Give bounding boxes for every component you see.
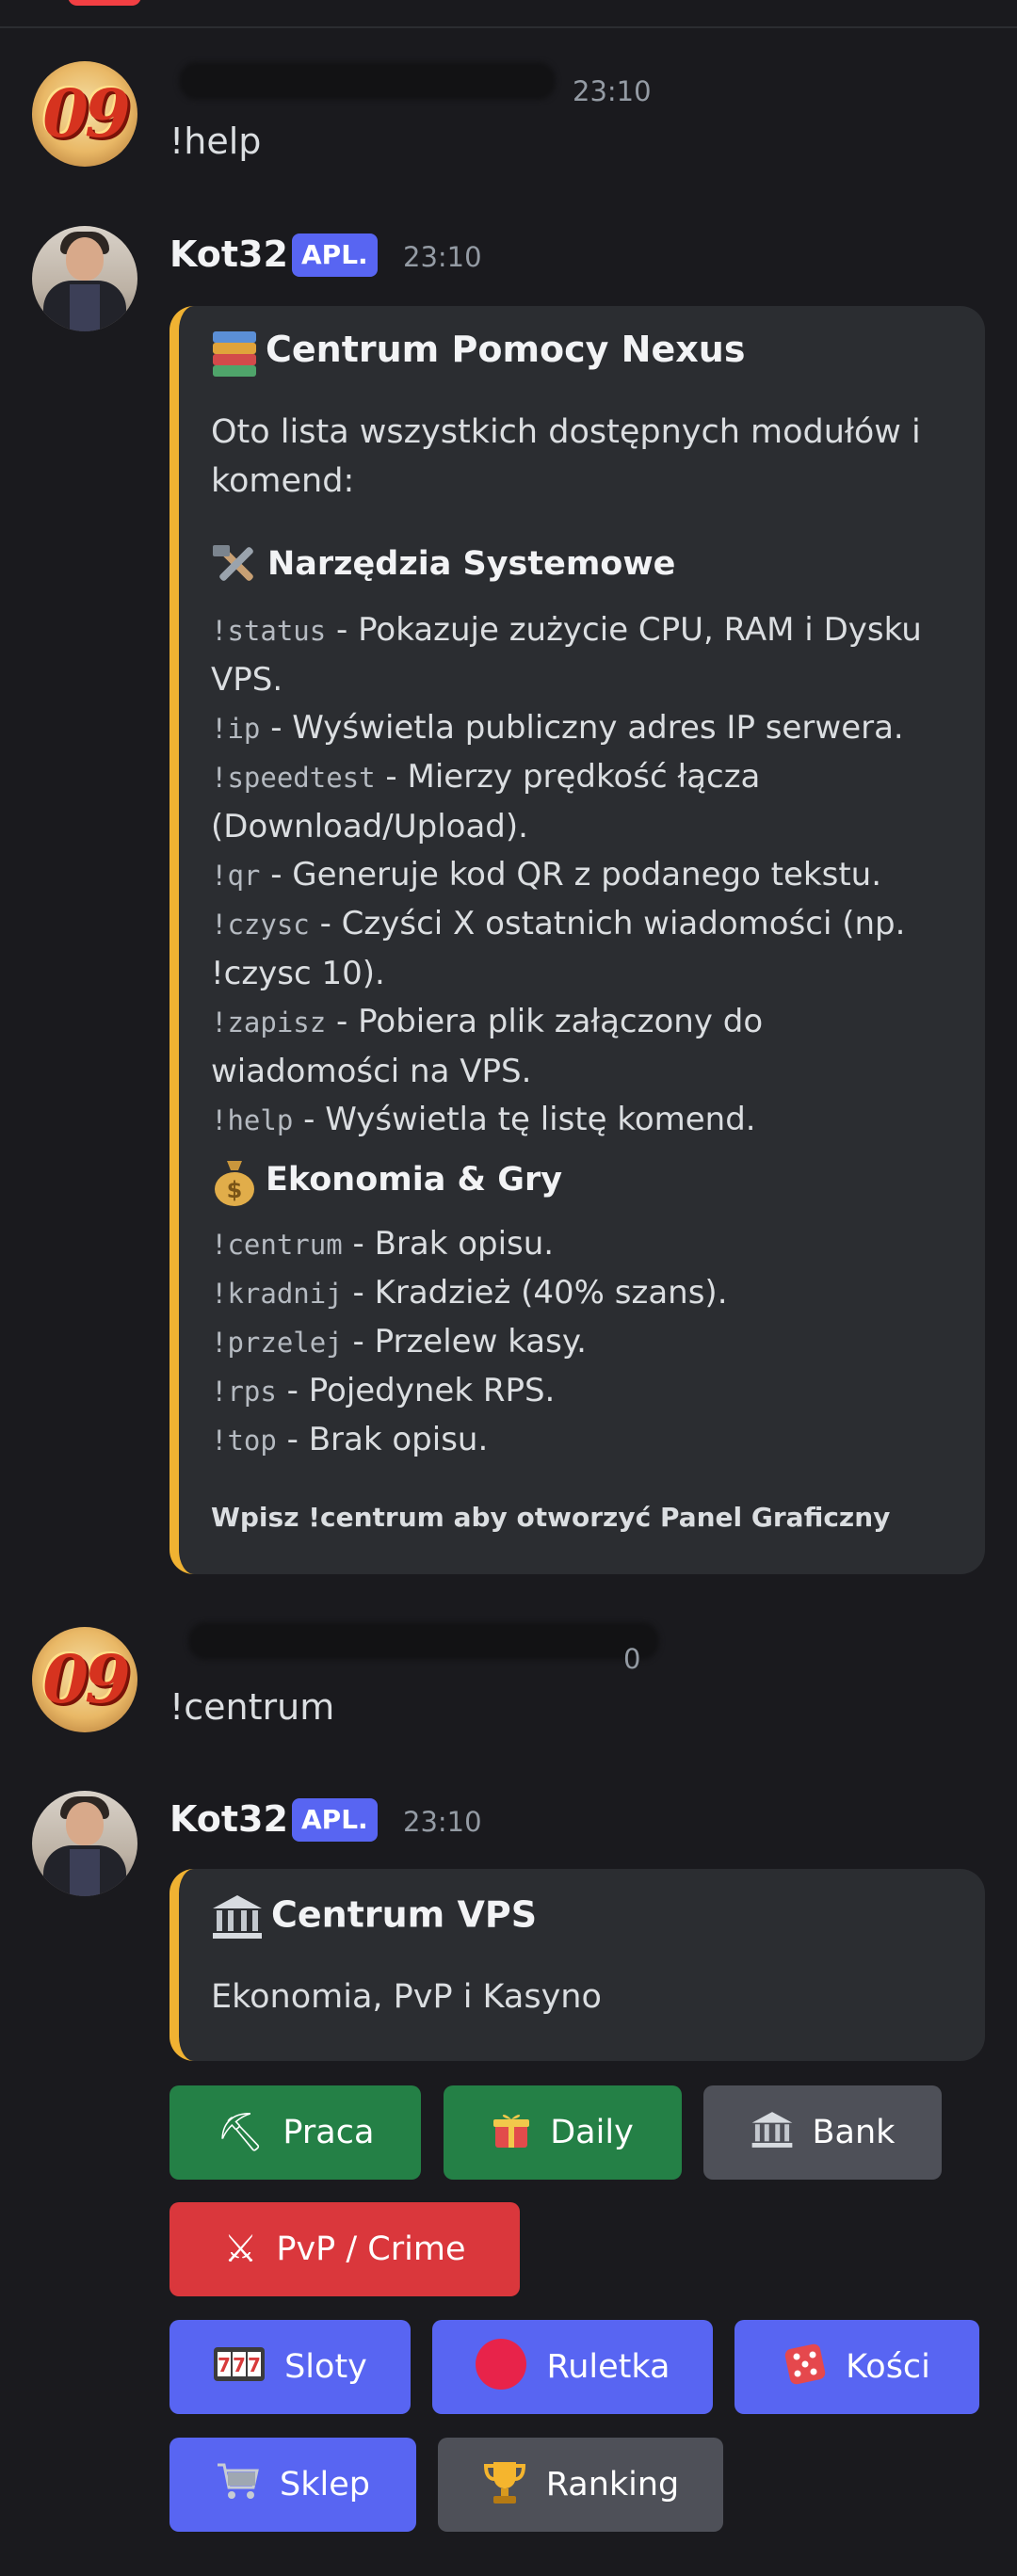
notification-pill[interactable] <box>68 0 141 6</box>
message-time: 0 <box>623 1643 641 1675</box>
command-line: !rps - Pojedynek RPS. <box>211 1372 556 1409</box>
message-time: 23:10 <box>403 241 482 273</box>
slot-machine-icon: 777 <box>213 2346 266 2389</box>
praca-button[interactable]: ⛏ Praca <box>170 2085 421 2180</box>
gift-icon <box>492 2110 531 2156</box>
sklep-button[interactable]: Sklep <box>170 2438 416 2532</box>
shopping-cart-icon <box>216 2461 261 2509</box>
command-line: !czysc - Czyści X ostatnich wiadomości (… <box>211 905 906 992</box>
command-line: !przelej - Przelew kasy. <box>211 1323 587 1360</box>
command-line: !qr - Generuje kod QR z podanego tekstu. <box>211 856 882 894</box>
command-line: !top - Brak opisu. <box>211 1421 489 1458</box>
bank-icon <box>751 2110 794 2156</box>
vps-embed: Centrum VPS Ekonomia, PvP i Kasyno <box>170 1869 985 2061</box>
message-time: 23:10 <box>403 1806 482 1838</box>
money-bag-icon: $ <box>211 1155 258 1206</box>
sloty-button[interactable]: 7 7 7 Sloty <box>170 2320 411 2414</box>
command-line: !help - Wyświetla tę listę komend. <box>211 1101 756 1138</box>
dice-icon <box>783 2343 827 2392</box>
pickaxe-icon: ⛏ <box>216 2111 265 2154</box>
field-title-economy: $ Ekonomia & Gry <box>211 1155 562 1206</box>
svg-text:7: 7 <box>233 2354 246 2376</box>
redacted-username <box>188 1622 659 1660</box>
command-line: !zapisz - Pobiera plik załączony do wiad… <box>211 1003 764 1090</box>
pvp-crime-button[interactable]: ⚔ PvP / Crime <box>170 2202 520 2296</box>
help-embed: Centrum Pomocy Nexus Oto lista wszystkic… <box>170 306 985 1574</box>
daily-button[interactable]: Daily <box>444 2085 682 2180</box>
avatar[interactable]: 09 <box>32 1627 137 1732</box>
command-line: !status - Pokazuje zużycie CPU, RAM i Dy… <box>211 611 922 699</box>
field-title-system: Narzędzia Systemowe <box>211 541 675 588</box>
embed-description: Ekonomia, PvP i Kasyno <box>211 1978 602 2016</box>
red-circle-icon <box>475 2338 527 2397</box>
app-tag: APL. <box>292 233 378 277</box>
message-text: !centrum <box>170 1686 335 1728</box>
app-tag: APL. <box>292 1798 378 1842</box>
tools-icon <box>211 541 262 588</box>
trophy-icon <box>482 2458 527 2512</box>
books-icon <box>211 330 258 377</box>
bank-button[interactable]: Bank <box>703 2085 942 2180</box>
message-time: 23:10 <box>573 75 652 107</box>
message-text: !help <box>170 121 262 162</box>
embed-footer: Wpisz !centrum aby otworzyć Panel Grafic… <box>211 1502 891 1533</box>
avatar[interactable] <box>32 226 137 331</box>
top-divider <box>0 0 1017 28</box>
kosci-button[interactable]: Kości <box>734 2320 979 2414</box>
svg-text:7: 7 <box>248 2354 261 2376</box>
command-line: !ip - Wyświetla publiczny adres IP serwe… <box>211 709 904 747</box>
command-line: !centrum - Brak opisu. <box>211 1225 555 1263</box>
ranking-button[interactable]: Ranking <box>438 2438 723 2532</box>
username[interactable]: Kot32 <box>170 233 288 275</box>
command-line: !speedtest - Mierzy prędkość łącza (Down… <box>211 758 761 845</box>
avatar[interactable]: 09 <box>32 61 137 167</box>
command-line: !kradnij - Kradzież (40% szans). <box>211 1274 728 1312</box>
crossed-swords-icon: ⚔ <box>223 2228 258 2271</box>
embed-description: Oto lista wszystkich dostępnych modułów … <box>211 413 921 500</box>
bank-icon <box>211 1893 264 1940</box>
ruletka-button[interactable]: Ruletka <box>432 2320 713 2414</box>
embed-title: Centrum Pomocy Nexus <box>211 329 745 377</box>
svg-text:$: $ <box>227 1177 243 1203</box>
username[interactable]: Kot32 <box>170 1798 288 1840</box>
redacted-username <box>179 62 556 100</box>
avatar[interactable] <box>32 1791 137 1896</box>
embed-title: Centrum VPS <box>211 1893 537 1940</box>
svg-text:7: 7 <box>218 2354 231 2376</box>
